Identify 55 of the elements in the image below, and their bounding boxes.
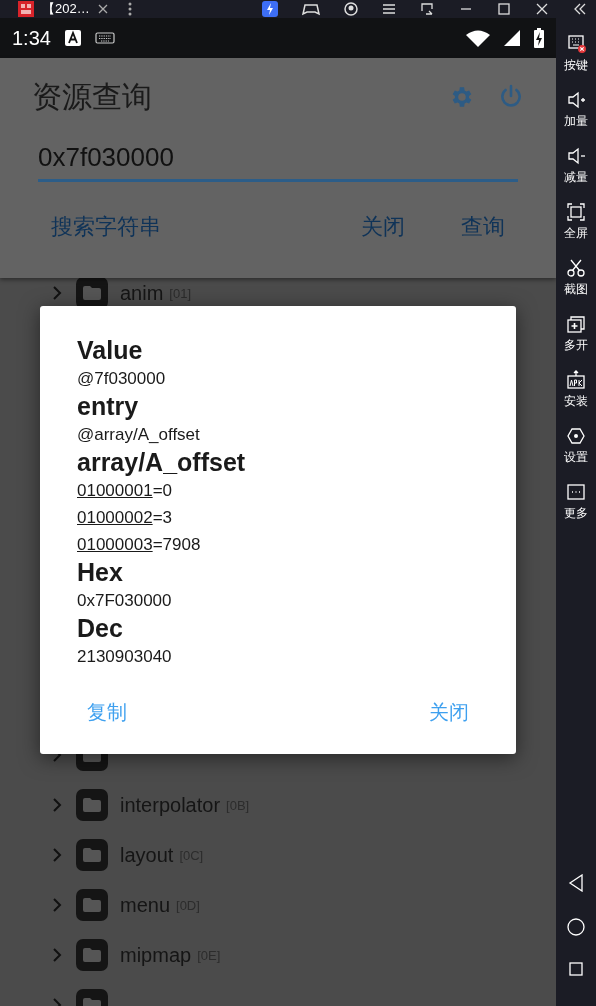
back-icon[interactable] xyxy=(568,874,584,892)
home-icon[interactable] xyxy=(567,918,585,936)
battery-icon xyxy=(534,28,544,48)
folder-icon xyxy=(76,939,108,971)
section-heading: entry xyxy=(77,392,140,421)
folder-icon xyxy=(76,789,108,821)
tab-title[interactable]: 【202… xyxy=(42,0,90,18)
toolbar-button[interactable]: 设置 xyxy=(556,426,596,482)
maximize-icon[interactable] xyxy=(498,3,510,15)
app-title: 资源查询 xyxy=(32,78,153,115)
array-entry: 01000001=0 xyxy=(77,480,173,502)
toolbar-button[interactable]: 更多 xyxy=(556,482,596,538)
volume-up-icon xyxy=(566,90,586,110)
app-logo-icon xyxy=(18,1,34,17)
status-time: 1:34 xyxy=(12,26,51,50)
entry-link[interactable]: 01000003 xyxy=(77,535,153,554)
scissors-icon xyxy=(566,258,586,278)
keyboard-icon xyxy=(566,34,586,54)
toolbar-button[interactable]: 全屏 xyxy=(556,202,596,258)
recents-icon[interactable] xyxy=(569,962,583,976)
entry-link[interactable]: 01000002 xyxy=(77,508,153,527)
keyboard-icon xyxy=(94,32,115,44)
toolbar-button[interactable]: 减量 xyxy=(556,146,596,202)
folder-icon xyxy=(76,889,108,921)
apk-icon xyxy=(566,370,586,390)
entry-link[interactable]: 01000001 xyxy=(77,481,153,500)
add-window-icon xyxy=(566,314,586,334)
array-entry: 01000002=3 xyxy=(77,507,173,529)
value-text: 0x7F030000 xyxy=(77,590,172,612)
font-icon xyxy=(64,30,81,46)
folder-icon xyxy=(76,839,108,871)
close-icon[interactable] xyxy=(97,4,108,14)
fullscreen-icon xyxy=(566,202,586,222)
more-icon xyxy=(566,482,586,502)
value-text: 2130903040 xyxy=(77,646,172,668)
toolbar-button[interactable]: 截图 xyxy=(556,258,596,314)
toolbar-button[interactable]: 安装 xyxy=(556,370,596,426)
value-text: @7f030000 xyxy=(77,368,166,390)
array-entry: 01000003=7908 xyxy=(77,534,201,556)
menu-icon[interactable] xyxy=(382,3,396,15)
section-heading: Hex xyxy=(77,558,124,587)
more-icon[interactable] xyxy=(127,2,132,16)
toolbar-button[interactable]: 加量 xyxy=(556,90,596,146)
signal-icon xyxy=(504,30,520,46)
settings-icon xyxy=(566,426,586,446)
toolbar-button[interactable]: 多开 xyxy=(556,314,596,370)
toolbar-button[interactable]: 按键 xyxy=(556,34,596,90)
value-text: @array/A_offset xyxy=(77,424,200,446)
volume-down-icon xyxy=(566,146,586,166)
section-heading: Dec xyxy=(77,614,124,643)
section-heading: Value xyxy=(77,336,144,365)
section-heading: array/A_offset xyxy=(77,448,247,477)
wifi-icon xyxy=(466,29,490,47)
lightning-icon[interactable] xyxy=(262,1,278,17)
collapse-icon[interactable] xyxy=(574,3,586,15)
